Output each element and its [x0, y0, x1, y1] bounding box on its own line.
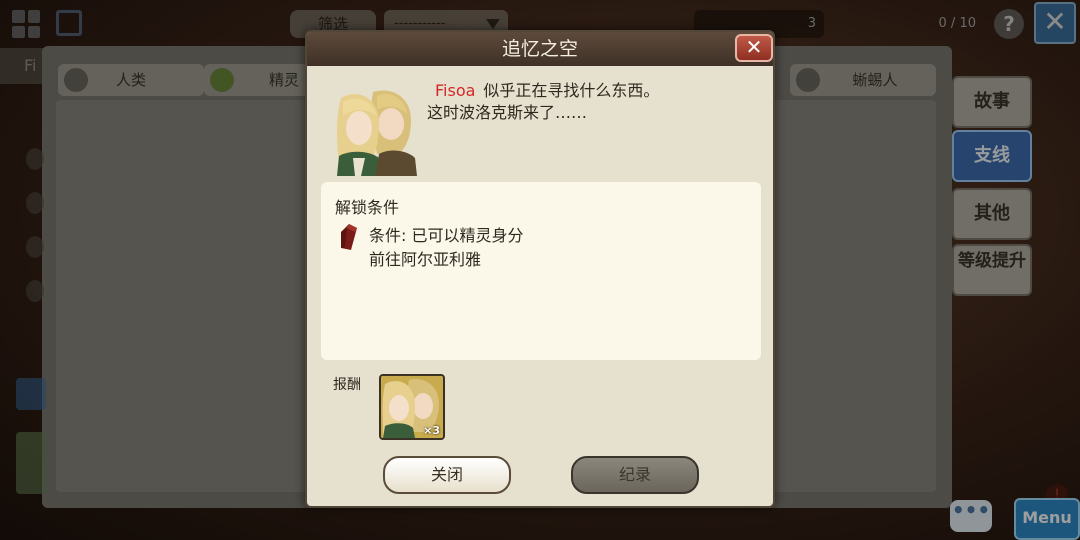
close-icon[interactable]: ✕ — [735, 34, 773, 62]
reward-item[interactable]: ×3 — [379, 374, 445, 440]
character-name: Fisoa — [435, 81, 476, 100]
story-line-1-text: 似乎正在寻找什么东西。 — [483, 81, 660, 100]
reward-label: 报酬 — [333, 377, 361, 393]
close-button[interactable]: 关闭 — [383, 456, 511, 494]
story-line-2: 这时波洛克斯来了…… — [427, 103, 588, 122]
condition-title: 解锁条件 — [335, 198, 400, 217]
unlock-condition-panel: 解锁条件 条件: 已可以精灵身分 前往阿尔亚利雅 — [321, 182, 761, 360]
condition-text: 条件: 已可以精灵身分 前往阿尔亚利雅 — [369, 224, 523, 272]
scroll-icon — [341, 224, 357, 250]
story-dialog: 追忆之空 ✕ Fisoa 似乎正在寻找什么东西。 这时波洛克斯来了…… 解锁条件 … — [305, 30, 775, 508]
record-button[interactable]: 纪录 — [571, 456, 699, 494]
condition-line-2: 前往阿尔亚利雅 — [369, 250, 482, 269]
reward-quantity: ×3 — [423, 424, 440, 437]
condition-line-1: 条件: 已可以精灵身分 — [369, 226, 524, 245]
dialog-title: 追忆之空 — [307, 32, 773, 66]
story-text: Fisoa 似乎正在寻找什么东西。 这时波洛克斯来了…… — [427, 80, 757, 124]
story-line-1: Fisoa 似乎正在寻找什么东西。 — [427, 80, 757, 102]
character-portrait — [337, 90, 417, 176]
